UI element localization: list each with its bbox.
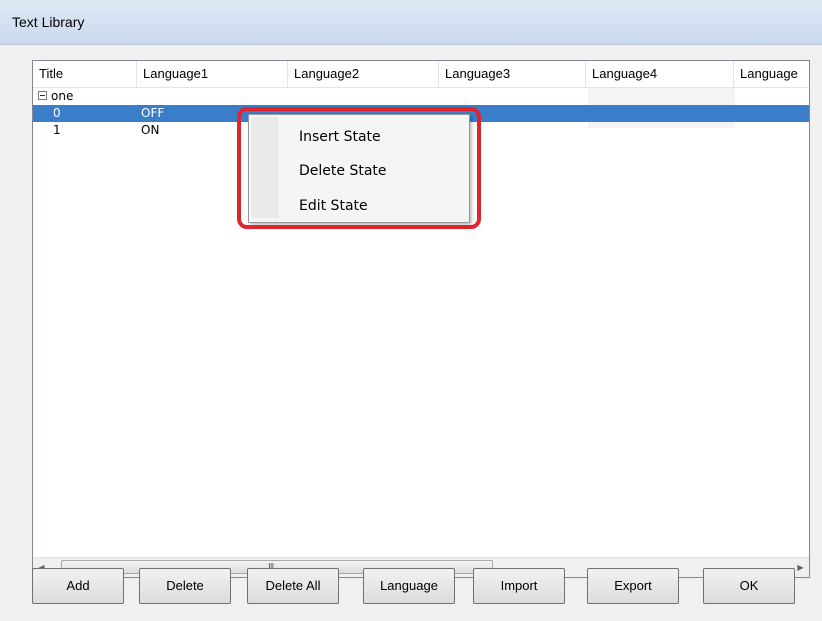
highlight-annotation bbox=[237, 107, 481, 229]
delete-button[interactable]: Delete bbox=[139, 568, 231, 604]
column-header-language4[interactable]: Language4 bbox=[586, 61, 734, 87]
language-button[interactable]: Language bbox=[363, 568, 455, 604]
row-title: 0 bbox=[53, 106, 61, 120]
row-title: 1 bbox=[53, 123, 61, 137]
column-header-language3[interactable]: Language3 bbox=[439, 61, 586, 87]
column-header-language5[interactable]: Language bbox=[734, 61, 809, 87]
title-bar: Text Library bbox=[0, 0, 822, 45]
text-library-window: Text Library Title Language1 Language2 L… bbox=[0, 0, 822, 621]
group-row-one[interactable]: one bbox=[33, 88, 809, 105]
import-button[interactable]: Import bbox=[473, 568, 565, 604]
export-button[interactable]: Export bbox=[587, 568, 679, 604]
window-title: Text Library bbox=[12, 14, 85, 30]
column-header-language2[interactable]: Language2 bbox=[288, 61, 439, 87]
add-button[interactable]: Add bbox=[32, 568, 124, 604]
group-title: one bbox=[51, 89, 74, 103]
row-language1: OFF bbox=[141, 106, 165, 120]
delete-all-button[interactable]: Delete All bbox=[247, 568, 339, 604]
column-header-title[interactable]: Title bbox=[33, 61, 137, 87]
ok-button[interactable]: OK bbox=[703, 568, 795, 604]
collapse-icon[interactable] bbox=[38, 91, 47, 100]
row-language1: ON bbox=[141, 123, 160, 137]
column-header-language1[interactable]: Language1 bbox=[137, 61, 288, 87]
column-header: Title Language1 Language2 Language3 Lang… bbox=[33, 61, 809, 88]
